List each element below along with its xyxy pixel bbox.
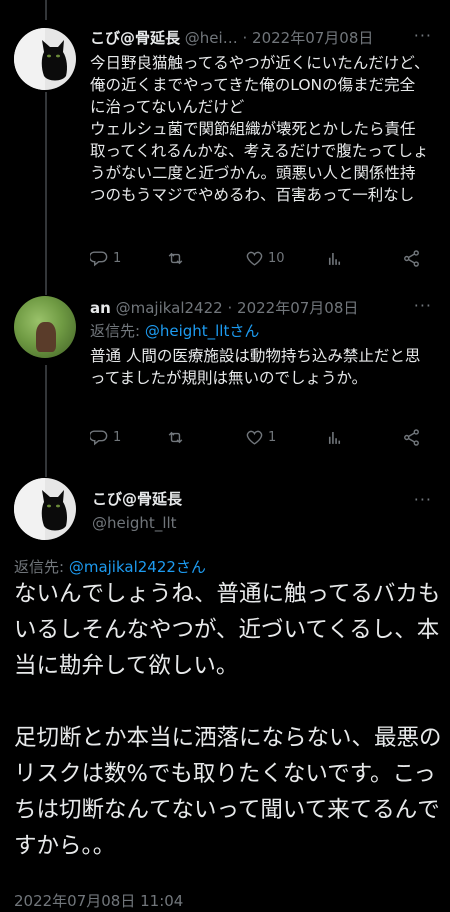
handle[interactable]: @hei… <box>185 29 238 47</box>
tweet-date[interactable]: 2022年07月08日 <box>252 29 373 47</box>
reply-target-link[interactable]: @majikal2422さん <box>69 558 206 576</box>
retweet-icon <box>168 431 183 444</box>
retweet-button[interactable] <box>166 249 189 268</box>
tweet-text: 普通 人間の医療施設は動物持ち込み禁止だと思ってましたが規則は無いのでしょうか。 <box>90 347 421 387</box>
reply-button[interactable]: 1 <box>90 249 121 268</box>
avatar[interactable] <box>14 296 76 358</box>
reply-count: 1 <box>113 251 122 266</box>
reply-target-link[interactable]: @height_lltさん <box>145 322 260 340</box>
reply-button[interactable]: 1 <box>90 428 121 447</box>
more-icon[interactable]: ··· <box>414 26 432 45</box>
analytics-icon <box>328 252 341 265</box>
cat-icon <box>41 40 67 81</box>
retweet-icon <box>168 252 183 265</box>
avatar[interactable] <box>14 478 76 540</box>
like-count: 1 <box>268 430 277 445</box>
heart-icon <box>246 430 263 445</box>
handle[interactable]: @majikal2422 <box>116 299 223 317</box>
tweet-text: 今日野良猫触ってるやつが近くにいたんだけど、俺の近くまでやってきた俺のLONの傷… <box>90 54 430 204</box>
share-button[interactable] <box>402 428 421 447</box>
reply-icon <box>90 430 108 446</box>
separator: · <box>242 29 253 47</box>
tweet-timestamp[interactable]: 2022年07月08日 11:04 <box>14 890 183 911</box>
tweet-header: こび@骨延長 @hei… · 2022年07月08日 <box>90 27 373 48</box>
tweet-date[interactable]: 2022年07月08日 <box>237 299 358 317</box>
display-name[interactable]: こび@骨延長 <box>90 29 180 47</box>
like-button[interactable]: 10 <box>245 249 285 268</box>
main-tweet-text: ないんでしょうね、普通に触ってるバカもいるしそんなやつが、近づいてくるし、本当に… <box>14 581 442 859</box>
reply-context: 返信先: @majikal2422さん <box>14 556 206 577</box>
tweet-2[interactable]: an @majikal2422 · 2022年07月08日 ··· 返信先: @… <box>0 290 450 470</box>
like-count: 10 <box>268 251 285 266</box>
reply-count: 1 <box>113 430 122 445</box>
heart-icon <box>246 251 263 266</box>
cat-icon <box>41 490 67 531</box>
reply-icon <box>90 251 108 267</box>
display-name[interactable]: こび@骨延長 <box>92 488 182 509</box>
tweet-actions: 1 10 <box>90 249 430 273</box>
separator: · <box>227 299 238 317</box>
reply-label: 返信先: <box>14 558 69 576</box>
display-name[interactable]: an <box>90 299 111 317</box>
more-icon[interactable]: ··· <box>414 296 432 315</box>
retweet-button[interactable] <box>166 428 189 447</box>
reply-context: 返信先: @height_lltさん <box>90 320 259 341</box>
like-button[interactable]: 1 <box>245 428 276 447</box>
avatar[interactable] <box>14 28 76 90</box>
more-icon[interactable]: ··· <box>414 490 432 509</box>
share-icon <box>404 250 419 267</box>
tweet-actions: 1 1 <box>90 428 430 452</box>
handle[interactable]: @height_llt <box>92 514 177 532</box>
views-button[interactable] <box>325 428 344 447</box>
views-button[interactable] <box>325 249 344 268</box>
share-icon <box>404 429 419 446</box>
avatar-photo <box>36 322 56 352</box>
analytics-icon <box>328 431 341 444</box>
share-button[interactable] <box>402 249 421 268</box>
reply-label: 返信先: <box>90 322 145 340</box>
tweet-header: an @majikal2422 · 2022年07月08日 <box>90 297 358 318</box>
tweet-1[interactable]: こび@骨延長 @hei… · 2022年07月08日 ··· 今日野良猫触ってる… <box>0 0 450 290</box>
